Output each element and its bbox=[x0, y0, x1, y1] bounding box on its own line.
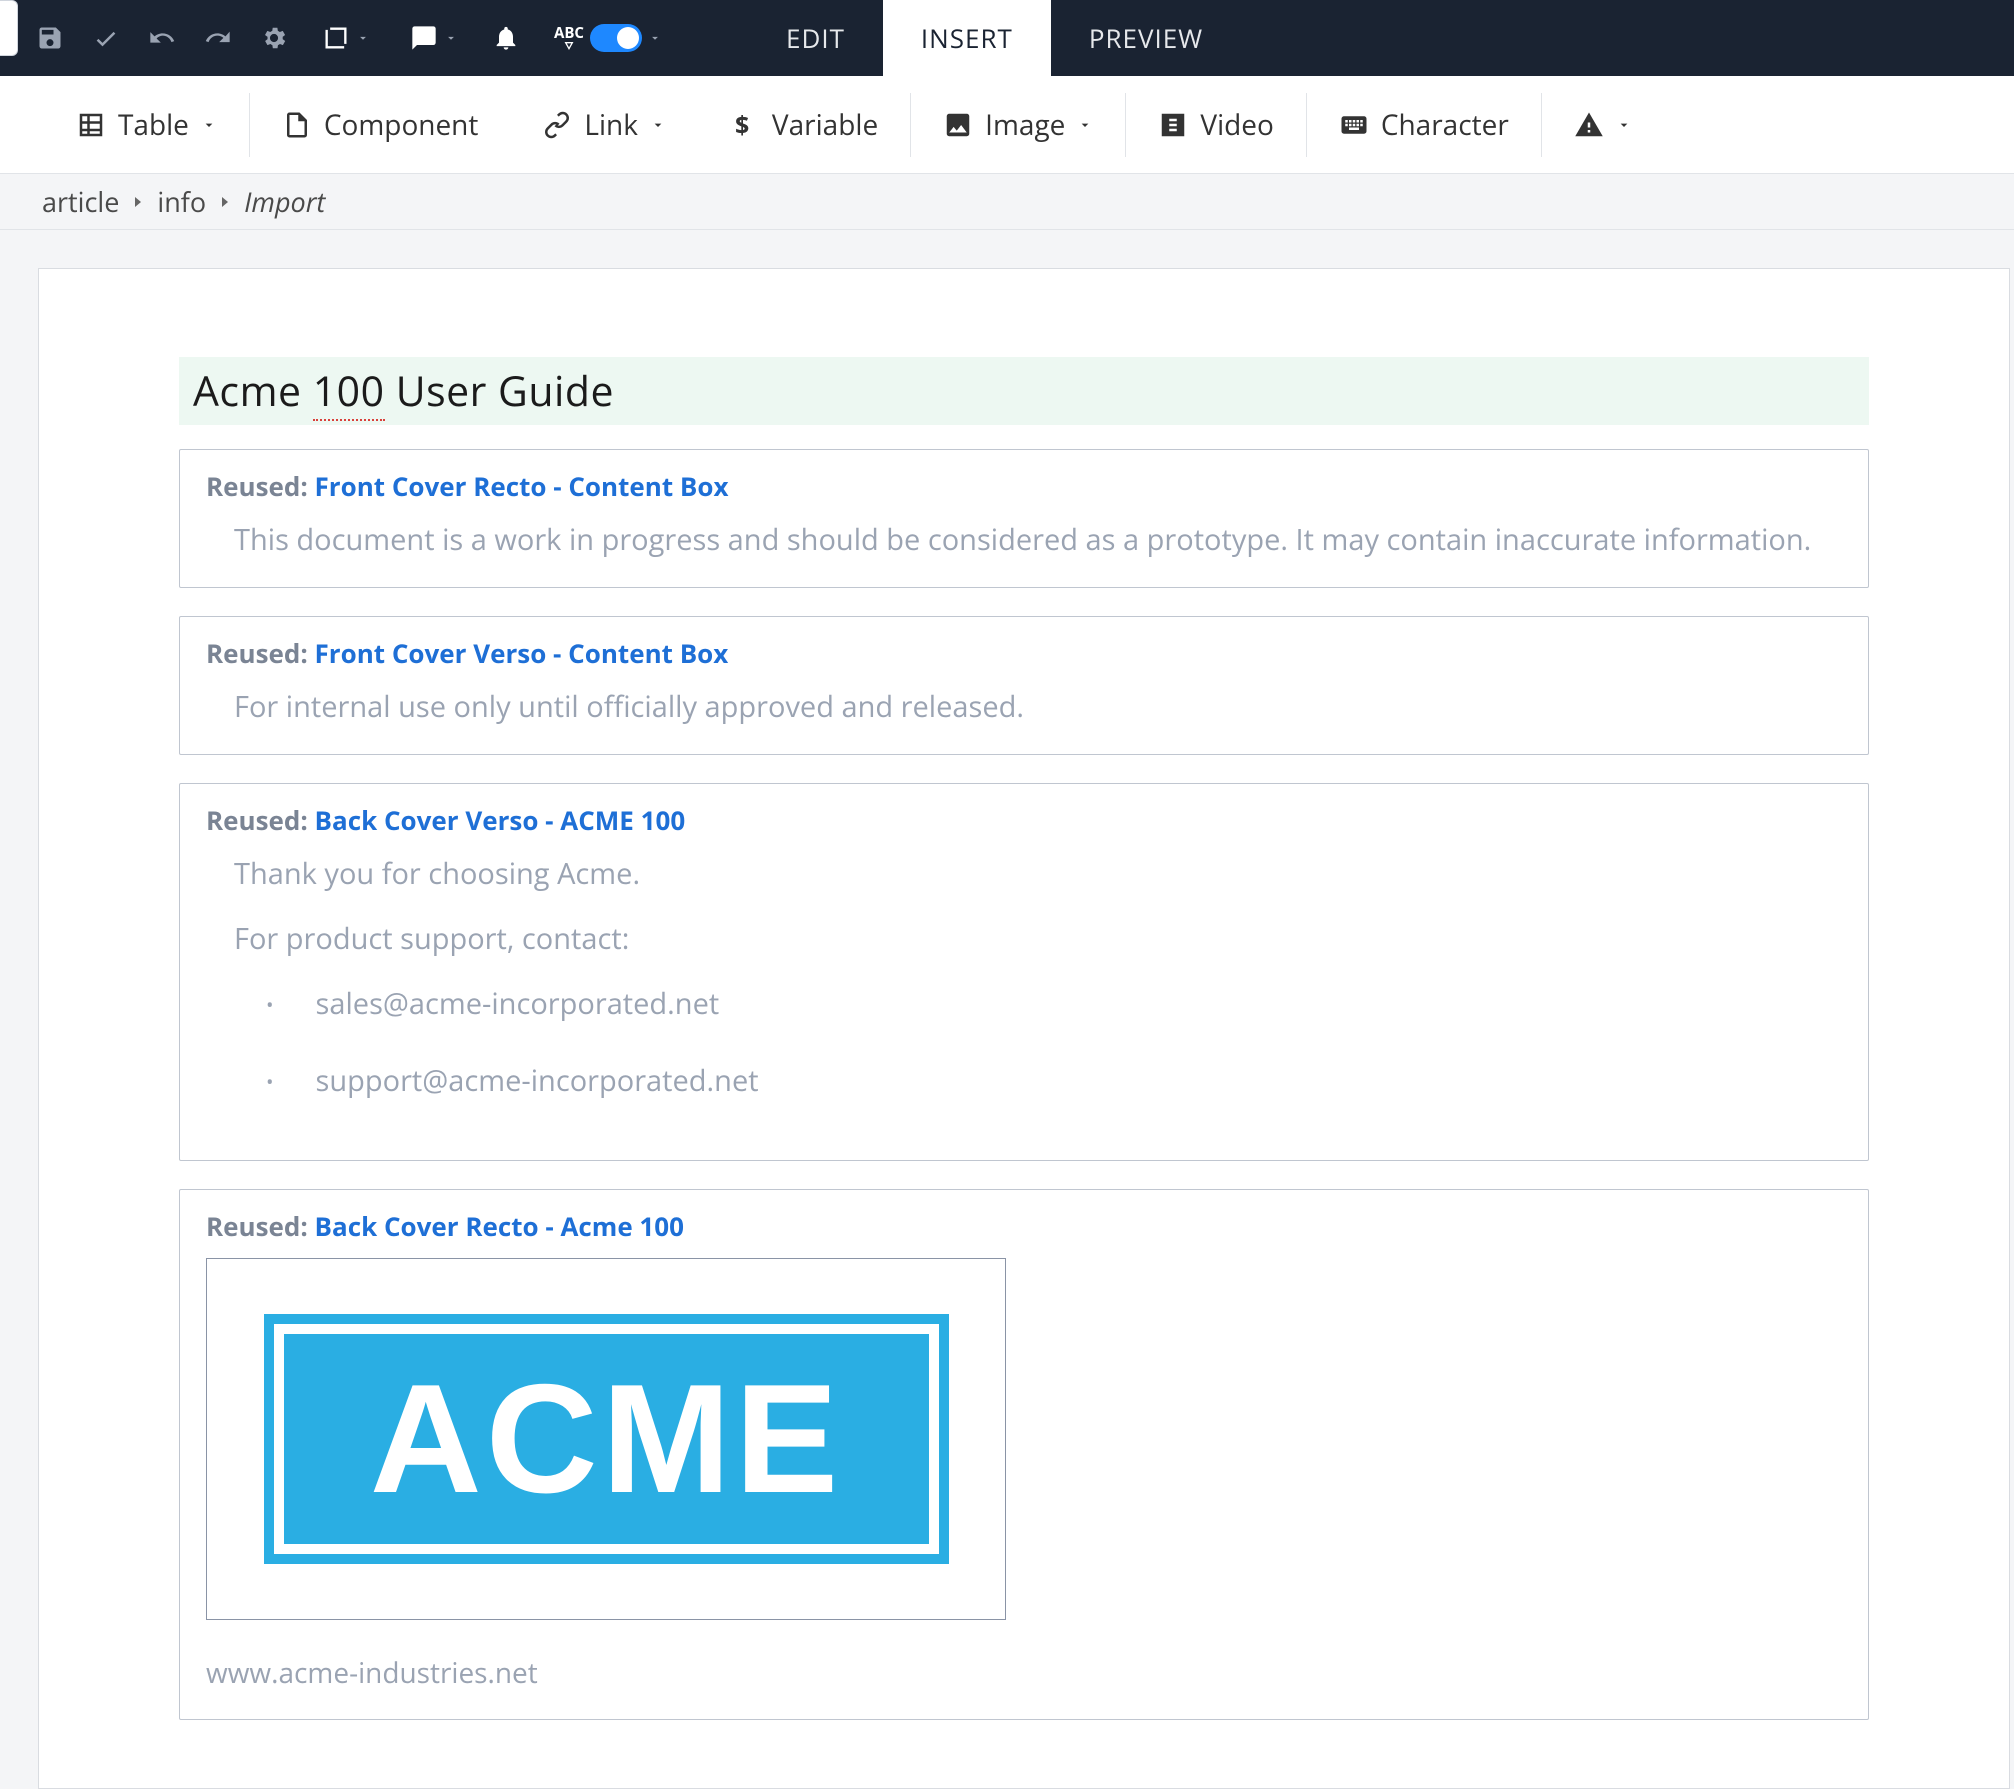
breadcrumb-item[interactable]: info bbox=[157, 183, 206, 220]
tab-insert[interactable]: INSERT bbox=[883, 0, 1051, 76]
reused-paragraph: This document is a work in progress and … bbox=[234, 518, 1842, 563]
reused-header: Reused: Back Cover Verso - ACME 100 bbox=[206, 802, 1842, 838]
crop-dropdown[interactable] bbox=[316, 24, 376, 52]
logo-image-frame[interactable]: ACME bbox=[206, 1258, 1006, 1620]
reused-label: Reused: bbox=[206, 802, 315, 838]
insert-component-label: Component bbox=[324, 106, 478, 144]
breadcrumb-item[interactable]: article bbox=[42, 183, 119, 220]
insert-video[interactable]: Video bbox=[1126, 97, 1305, 153]
mode-tabs: EDIT INSERT PREVIEW bbox=[748, 0, 1241, 76]
comment-dropdown[interactable] bbox=[404, 24, 464, 52]
editor-canvas[interactable]: Acme 100 User Guide Reused: Front Cover … bbox=[38, 268, 2010, 1789]
settings-icon[interactable] bbox=[260, 24, 288, 52]
insert-table[interactable]: Table bbox=[44, 97, 249, 153]
reused-label: Reused: bbox=[206, 1208, 315, 1244]
contact-list: sales@acme-incorporated.net support@acme… bbox=[234, 982, 1842, 1104]
insert-link-label: Link bbox=[584, 106, 638, 144]
check-icon[interactable] bbox=[92, 24, 120, 52]
abc-icon: ABC bbox=[554, 26, 584, 51]
title-text: User Guide bbox=[385, 363, 614, 419]
top-icon-group: ABC bbox=[0, 0, 688, 76]
tab-preview[interactable]: PREVIEW bbox=[1051, 0, 1241, 76]
reused-label: Reused: bbox=[206, 635, 315, 671]
insert-image-label: Image bbox=[985, 106, 1065, 144]
reused-body: For internal use only until officially a… bbox=[206, 685, 1842, 730]
reused-link[interactable]: Front Cover Recto - Content Box bbox=[315, 468, 729, 504]
left-edge-tab[interactable] bbox=[0, 0, 18, 56]
reused-block-front-recto[interactable]: Reused: Front Cover Recto - Content Box … bbox=[179, 449, 1869, 588]
reused-label: Reused: bbox=[206, 468, 315, 504]
reused-link[interactable]: Back Cover Verso - ACME 100 bbox=[315, 802, 686, 838]
top-bar: ABC EDIT INSERT PREVIEW bbox=[0, 0, 2014, 76]
save-icon[interactable] bbox=[36, 24, 64, 52]
reused-link[interactable]: Back Cover Recto - Acme 100 bbox=[315, 1208, 685, 1244]
insert-table-label: Table bbox=[118, 106, 189, 144]
contact-email: support@acme-incorporated.net bbox=[316, 1059, 759, 1104]
reused-paragraph: For product support, contact: bbox=[234, 917, 1842, 962]
reused-header: Reused: Front Cover Recto - Content Box bbox=[206, 468, 1842, 504]
toggle-switch[interactable] bbox=[590, 24, 642, 52]
breadcrumb: article info Import bbox=[0, 174, 2014, 230]
title-text: Acme bbox=[193, 363, 313, 419]
insert-warning[interactable] bbox=[1542, 97, 1664, 153]
insert-character[interactable]: Character bbox=[1307, 97, 1541, 153]
chevron-down-icon bbox=[1616, 117, 1632, 133]
chevron-right-icon bbox=[133, 197, 143, 207]
reused-block-back-recto[interactable]: Reused: Back Cover Recto - Acme 100 ACME… bbox=[179, 1189, 1869, 1720]
component-icon bbox=[282, 110, 312, 140]
insert-video-label: Video bbox=[1200, 106, 1273, 144]
warning-icon bbox=[1574, 110, 1604, 140]
reused-paragraph: For internal use only until officially a… bbox=[234, 685, 1842, 730]
editor-canvas-wrap: Acme 100 User Guide Reused: Front Cover … bbox=[0, 230, 2014, 1789]
title-spellcheck-word: 100 bbox=[313, 363, 385, 421]
chevron-down-icon bbox=[648, 31, 662, 45]
contact-email: sales@acme-incorporated.net bbox=[316, 982, 720, 1027]
redo-icon[interactable] bbox=[204, 24, 232, 52]
reused-body: ACME www.acme-industries.net bbox=[206, 1258, 1842, 1695]
website-url: www.acme-industries.net bbox=[206, 1652, 1842, 1695]
reused-paragraph: Thank you for choosing Acme. bbox=[234, 852, 1842, 897]
logo-inner: ACME bbox=[264, 1314, 949, 1564]
insert-link[interactable]: Link bbox=[510, 97, 698, 153]
crop-icon bbox=[322, 24, 350, 52]
chevron-down-icon bbox=[444, 31, 458, 45]
reused-block-front-verso[interactable]: Reused: Front Cover Verso - Content Box … bbox=[179, 616, 1869, 755]
link-icon bbox=[542, 110, 572, 140]
document-title: Acme 100 User Guide bbox=[193, 363, 1855, 419]
table-icon bbox=[76, 110, 106, 140]
logo-bg: ACME bbox=[284, 1334, 929, 1544]
reused-block-back-verso[interactable]: Reused: Back Cover Verso - ACME 100 Than… bbox=[179, 783, 1869, 1161]
reused-link[interactable]: Front Cover Verso - Content Box bbox=[315, 635, 729, 671]
breadcrumb-item-current[interactable]: Import bbox=[244, 183, 325, 220]
notifications-icon[interactable] bbox=[492, 24, 520, 52]
reused-header: Reused: Back Cover Recto - Acme 100 bbox=[206, 1208, 1842, 1244]
document-title-block[interactable]: Acme 100 User Guide bbox=[179, 357, 1869, 425]
chevron-right-icon bbox=[220, 197, 230, 207]
video-icon bbox=[1158, 110, 1188, 140]
variable-icon: $ bbox=[730, 110, 760, 140]
comment-icon bbox=[410, 24, 438, 52]
svg-text:$: $ bbox=[735, 110, 749, 140]
reused-body: This document is a work in progress and … bbox=[206, 518, 1842, 563]
insert-toolbar: Table Component Link $ Variable Image Vi… bbox=[0, 76, 2014, 174]
undo-icon[interactable] bbox=[148, 24, 176, 52]
spellcheck-toggle[interactable]: ABC bbox=[548, 24, 668, 52]
chevron-down-icon bbox=[1077, 117, 1093, 133]
tab-edit[interactable]: EDIT bbox=[748, 0, 883, 76]
insert-variable-label: Variable bbox=[772, 106, 878, 144]
chevron-down-icon bbox=[201, 117, 217, 133]
image-icon bbox=[943, 110, 973, 140]
insert-character-label: Character bbox=[1381, 106, 1509, 144]
chevron-down-icon bbox=[356, 31, 370, 45]
reused-body: Thank you for choosing Acme. For product… bbox=[206, 852, 1842, 1104]
insert-component[interactable]: Component bbox=[250, 97, 510, 153]
chevron-down-icon bbox=[650, 117, 666, 133]
insert-variable[interactable]: $ Variable bbox=[698, 97, 910, 153]
insert-image[interactable]: Image bbox=[911, 97, 1125, 153]
logo-text: ACME bbox=[370, 1361, 842, 1516]
keyboard-icon bbox=[1339, 110, 1369, 140]
reused-header: Reused: Front Cover Verso - Content Box bbox=[206, 635, 1842, 671]
